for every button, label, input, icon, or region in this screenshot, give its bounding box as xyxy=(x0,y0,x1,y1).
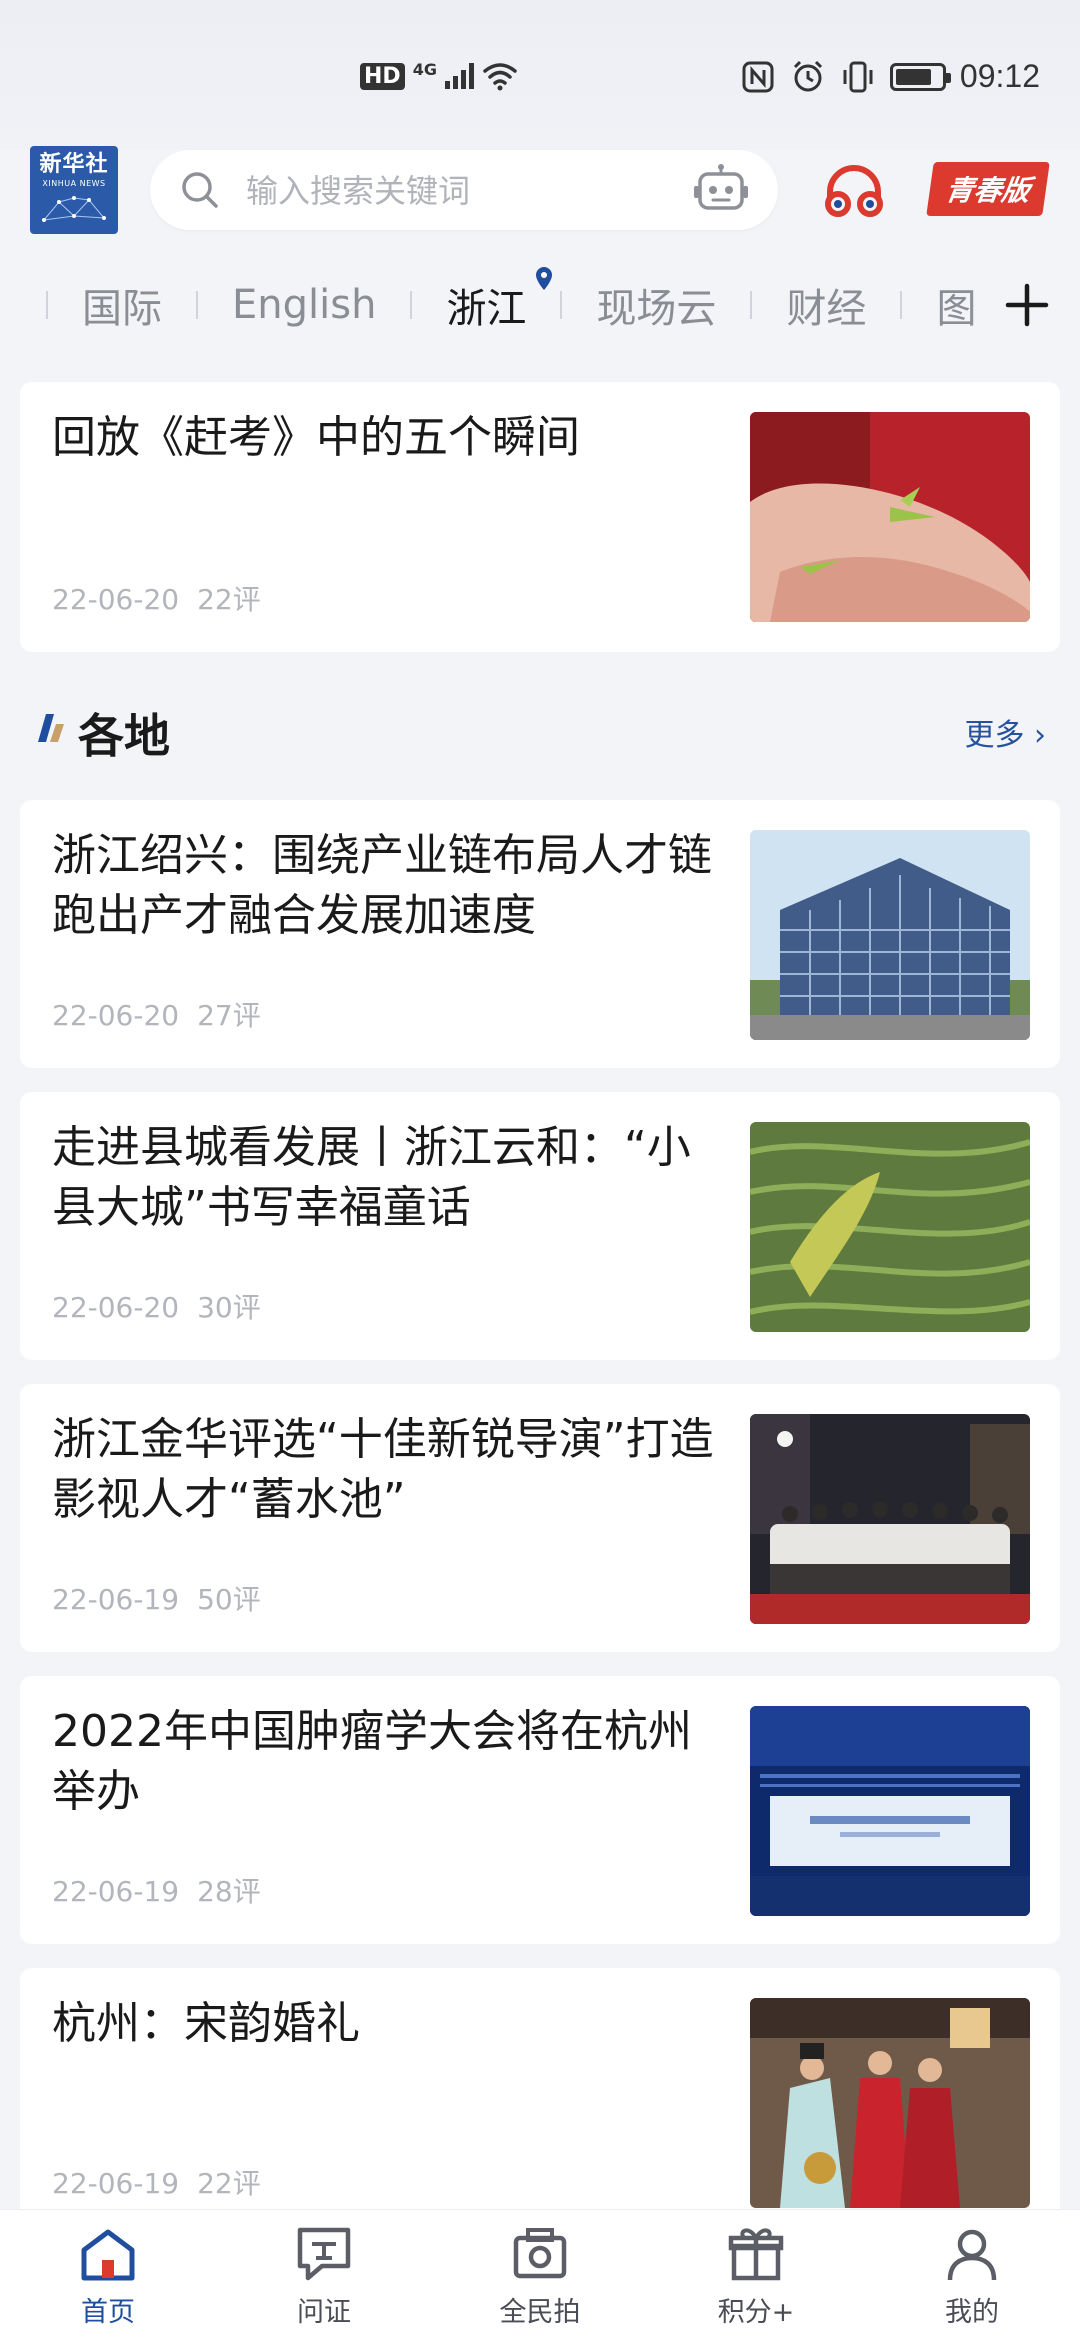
article-thumbnail-tea-leaves xyxy=(750,412,1030,622)
article-title: 杭州：宋韵婚礼 xyxy=(52,1998,360,2049)
nav-citizen-photo[interactable]: 全民拍 xyxy=(450,2210,630,2329)
alarm-icon xyxy=(793,60,822,91)
robot-assistant-icon[interactable] xyxy=(692,164,750,216)
article-title: 浙江绍兴：围绕产业链布局人才链跑出产才融合发展加速度 xyxy=(52,830,712,941)
article-thumbnail-group-photo xyxy=(750,1414,1030,1624)
article-date: 22-06-19 xyxy=(52,1583,180,1616)
more-link[interactable]: 更多 › xyxy=(964,710,1046,754)
tab-zhejiang-label: 浙江 xyxy=(446,286,527,332)
signal-icon xyxy=(444,63,474,89)
nav-home[interactable]: 首页 xyxy=(18,2210,198,2329)
article-date: 22-06-19 xyxy=(52,2167,180,2200)
news-card[interactable]: 走进县城看发展丨浙江云和：“小县大城”书写幸福童话 22-06-20 30评 xyxy=(20,1092,1060,1360)
article-meta: 22-06-19 28评 xyxy=(52,1870,261,1910)
nav-ask-label: 问证 xyxy=(297,2297,351,2328)
article-thumbnail-wedding xyxy=(750,1998,1030,2208)
article-title: 回放《赶考》中的五个瞬间 xyxy=(52,412,580,463)
app-header: 新华社 XINHUA NEWS 输入搜索关键词 青春版 xyxy=(0,140,1080,250)
youth-edition-button[interactable]: 青春版 xyxy=(926,162,1050,216)
network-type: 4G xyxy=(412,59,437,79)
article-title: 2022年中国肿瘤学大会将在杭州举办 xyxy=(52,1706,692,1817)
tab-finance[interactable]: 财经 xyxy=(752,276,900,334)
news-card[interactable]: 浙江绍兴：围绕产业链布局人才链跑出产才融合发展加速度 22-06-20 27评 xyxy=(20,800,1060,1068)
tab-live-cloud[interactable]: 现场云 xyxy=(562,276,750,334)
headphone-icon[interactable] xyxy=(822,160,886,224)
article-comments: 50评 xyxy=(197,1583,261,1616)
ask-icon xyxy=(297,2227,351,2281)
nav-profile[interactable]: 我的 xyxy=(882,2210,1062,2329)
news-card-top[interactable]: 回放《赶考》中的五个瞬间 22-06-20 22评 xyxy=(20,382,1060,652)
status-bar: HD 4G 09:12 xyxy=(0,0,1080,150)
nav-home-label: 首页 xyxy=(81,2297,135,2328)
article-meta: 22-06-20 30评 xyxy=(52,1286,261,1326)
article-comments: 22评 xyxy=(197,2167,261,2200)
logo-text-en: XINHUA NEWS xyxy=(42,179,106,188)
gift-icon xyxy=(728,2228,784,2281)
section-header-local: 各地 更多 › xyxy=(20,690,1060,766)
article-meta: 22-06-19 22评 xyxy=(52,2162,261,2202)
channel-tabs: 国际 English 浙江 现场云 财经 图 xyxy=(0,262,1080,348)
article-title: 走进县城看发展丨浙江云和：“小县大城”书写幸福童话 xyxy=(52,1122,691,1233)
article-meta: 22-06-19 50评 xyxy=(52,1578,261,1618)
article-date: 22-06-19 xyxy=(52,1875,180,1908)
article-date: 22-06-20 xyxy=(52,583,180,616)
tab-zhejiang[interactable]: 浙江 xyxy=(412,267,560,334)
article-thumbnail-conference xyxy=(750,1706,1030,1916)
nav-points[interactable]: 积分+ xyxy=(666,2210,846,2329)
section-title: 各地 xyxy=(78,709,170,763)
tab-international[interactable]: 国际 xyxy=(48,276,196,334)
news-card[interactable]: 2022年中国肿瘤学大会将在杭州举办 22-06-19 28评 xyxy=(20,1676,1060,1944)
location-pin-icon xyxy=(536,267,553,290)
article-comments: 28评 xyxy=(197,1875,261,1908)
nfc-icon xyxy=(742,61,774,92)
tab-english[interactable]: English xyxy=(198,282,410,328)
article-comments: 30评 xyxy=(197,1291,261,1324)
nav-ask[interactable]: 问证 xyxy=(234,2210,414,2329)
wifi-icon xyxy=(483,63,517,91)
logo-text-cn: 新华社 xyxy=(39,152,109,177)
article-meta: 22-06-20 22评 xyxy=(52,578,261,618)
article-thumbnail-building xyxy=(750,830,1030,1040)
nav-points-label: 积分+ xyxy=(717,2297,795,2328)
nav-citizen-photo-label: 全民拍 xyxy=(499,2297,581,2328)
section-marker-icon xyxy=(38,714,64,742)
search-bar[interactable] xyxy=(150,150,778,232)
search-input[interactable] xyxy=(244,150,628,232)
battery-icon xyxy=(889,62,951,91)
xinhua-logo[interactable]: 新华社 XINHUA NEWS xyxy=(30,146,118,234)
article-meta: 22-06-20 27评 xyxy=(52,994,261,1034)
logo-network-icon xyxy=(42,196,106,222)
article-title: 浙江金华评选“十佳新锐导演”打造影视人才“蓄水池” xyxy=(52,1414,714,1525)
add-channel-icon[interactable] xyxy=(1002,280,1052,330)
article-thumbnail-terraces xyxy=(750,1122,1030,1332)
bottom-nav: 首页 问证 全民拍 积分+ 我的 xyxy=(0,2209,1080,2340)
search-icon xyxy=(182,172,218,208)
clock: 09:12 xyxy=(959,58,1040,94)
article-date: 22-06-20 xyxy=(52,1291,180,1324)
news-card[interactable]: 杭州：宋韵婚礼 22-06-19 22评 xyxy=(20,1968,1060,2236)
profile-icon xyxy=(947,2229,997,2281)
news-card[interactable]: 浙江金华评选“十佳新锐导演”打造影视人才“蓄水池” 22-06-19 50评 xyxy=(20,1384,1060,1652)
home-icon xyxy=(81,2229,135,2281)
article-comments: 27评 xyxy=(197,999,261,1032)
nav-profile-label: 我的 xyxy=(945,2297,999,2328)
camera-icon xyxy=(513,2228,567,2279)
hd-indicator: HD xyxy=(360,62,405,90)
article-comments: 22评 xyxy=(197,583,261,616)
article-date: 22-06-20 xyxy=(52,999,180,1032)
vibrate-icon xyxy=(843,61,873,92)
